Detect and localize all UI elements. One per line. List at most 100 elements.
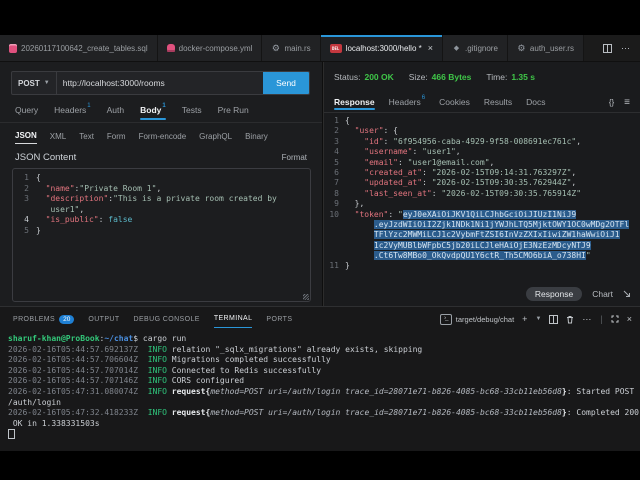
response-body[interactable]: 1{2 "user": {3 "id": "6f954956-caba-4929… <box>324 113 640 306</box>
close-panel-icon[interactable]: × <box>627 314 632 324</box>
code-line: 2026-02-16T05:44:57.707146Z INFO CORS co… <box>8 376 245 386</box>
close-icon[interactable]: × <box>428 43 433 53</box>
code-line: 9 }, <box>334 199 365 209</box>
code-line: 2 "name":"Private Room 1", <box>24 183 162 193</box>
request-bar: POST ▼ http://localhost:3000/rooms Send <box>11 71 310 95</box>
response-tab-docs[interactable]: Docs <box>526 94 545 110</box>
count-badge: 1 <box>87 103 91 109</box>
gear-icon <box>271 44 280 53</box>
editor-tab-20260117100642-create-tables-sql[interactable]: 20260117100642_create_tables.sql <box>0 35 158 61</box>
body-type-tab-text[interactable]: Text <box>79 129 94 144</box>
body-type-tab-xml[interactable]: XML <box>50 129 66 144</box>
request-tab-headers[interactable]: Headers 1 <box>54 100 90 120</box>
send-button[interactable]: Send <box>263 72 309 94</box>
status-value: 200 OK <box>364 72 394 82</box>
request-tab-body[interactable]: Body 1 <box>140 100 166 120</box>
request-body-code: 1{2 "name":"Private Room 1", 3 "descripti… <box>15 173 310 236</box>
chart-view-toggle[interactable]: Chart <box>592 289 613 299</box>
terminal-output[interactable]: sharuf-khan@ProBook:~/chat$ cargo run 202… <box>0 331 640 451</box>
gear-icon <box>517 44 526 53</box>
editor-tab-auth-user-rs[interactable]: auth_user.rs <box>507 35 584 61</box>
method-dropdown[interactable]: POST ▼ <box>12 72 57 94</box>
count-badge: 6 <box>421 95 426 101</box>
screen: 20260117100642_create_tables.sql docker-… <box>0 0 640 480</box>
response-status-bar: Status: 200 OK Size: 466 Bytes Time: 1.3… <box>324 62 640 92</box>
problems-count-badge: 20 <box>59 314 75 324</box>
terminal-selector[interactable]: target/debug/chat <box>439 313 514 325</box>
code-line: 2 "user": { <box>334 126 398 136</box>
body-type-tab-graphql[interactable]: GraphQL <box>199 129 232 144</box>
code-line: 1c2VyMUBlbWFpbC5jb20iLCJleHAiOjE3NzEzMDc… <box>373 240 591 250</box>
panel-tab-output[interactable]: OUTPUT <box>88 311 119 328</box>
code-line: .Ct6Tw8MBo0_OkQvdpQU1Y6ctR_Th5CMO6biA_o7… <box>373 251 591 261</box>
body-type-tab-json[interactable]: JSON <box>15 128 37 144</box>
body-type-tab-form-encode[interactable]: Form-encode <box>139 129 187 144</box>
panel-tabs: PROBLEMS 20 OUTPUT DEBUG CONSOLE TERMINA… <box>13 310 292 329</box>
response-view-toggle[interactable]: Response <box>525 287 583 301</box>
request-tab-query[interactable]: Query <box>15 100 38 120</box>
editor-tabs: 20260117100642_create_tables.sql docker-… <box>0 35 594 61</box>
terminal-dropdown-icon[interactable]: ▼ <box>535 316 541 322</box>
code-line: 2026-02-16T05:47:32.418233Z INFO request… <box>8 408 639 418</box>
editor-tab-gitignore[interactable]: .gitignore <box>443 35 508 61</box>
editor-area: POST ▼ http://localhost:3000/rooms Send … <box>0 62 640 306</box>
code-line <box>8 429 640 440</box>
code-line: 3 "id": "6f954956-caba-4929-9f58-008691e… <box>334 136 582 146</box>
code-line: user1", <box>36 204 85 214</box>
code-line: /auth/login <box>8 397 61 407</box>
editor-tab-main-rs[interactable]: main.rs <box>262 35 321 61</box>
kill-terminal-icon[interactable] <box>566 315 574 324</box>
panel-tab-terminal[interactable]: TERMINAL <box>213 310 253 328</box>
code-line: 10 "token": "eyJ0eXAiOiJKV1QiLCJhbGciOiJ… <box>329 209 577 219</box>
code-line: 6 "created_at": "2026-02-15T09:14:31.763… <box>334 167 577 177</box>
editor-tab-docker-compose-yml[interactable]: docker-compose.yml <box>157 35 263 61</box>
url-input[interactable]: http://localhost:3000/rooms <box>57 72 263 94</box>
json-content-label: JSON Content <box>15 152 77 163</box>
expand-arrow-icon[interactable] <box>623 290 631 298</box>
method-label: POST <box>18 78 40 88</box>
code-line: TFlYzc2MWMiLCJ1c2VybmFtZSI6InVzZXIxIiwiZ… <box>373 230 620 240</box>
code-line: 4 "is_public": false <box>24 215 133 224</box>
request-tab-auth[interactable]: Auth <box>107 100 125 120</box>
response-tabs: Response Headers 6 Cookies Results Docs <box>334 94 546 110</box>
more-actions-icon[interactable]: ⋯ <box>621 43 631 54</box>
panel-tab-problems[interactable]: PROBLEMS 20 <box>13 310 75 329</box>
panel-tab-debug-console[interactable]: DEBUG CONSOLE <box>134 311 200 328</box>
code-line: 2026-02-16T05:44:57.706604Z INFO Migrati… <box>8 355 331 365</box>
response-tabs-row: Response Headers 6 Cookies Results Docs … <box>324 92 640 113</box>
editor-tab-bar: 20260117100642_create_tables.sql docker-… <box>0 35 640 62</box>
code-line: OK in 1.338331503s <box>8 418 100 428</box>
code-line: 2026-02-16T05:47:31.080074Z INFO request… <box>8 386 635 396</box>
menu-icon[interactable]: ≡ <box>624 97 630 108</box>
count-badge: 1 <box>162 103 166 109</box>
body-type-tab-form[interactable]: Form <box>107 129 126 144</box>
size-value: 466 Bytes <box>431 72 472 82</box>
response-tab-headers[interactable]: Headers 6 <box>389 94 425 110</box>
editor-tab-localhost-3000-hello[interactable]: DEL localhost:3000/hello * × <box>320 35 443 61</box>
code-line: 7 "updated_at": "2026-02-15T09:30:35.762… <box>334 178 577 188</box>
split-terminal-icon[interactable] <box>549 314 559 324</box>
resize-handle-icon[interactable] <box>303 294 309 300</box>
db-icon <box>9 43 17 53</box>
format-json-icon[interactable]: {} <box>609 98 614 107</box>
new-terminal-icon[interactable]: + <box>522 314 527 324</box>
chevron-down-icon: ▼ <box>43 80 50 86</box>
code-line: 4 "username": "user1", <box>334 147 461 157</box>
request-tab-pre-run[interactable]: Pre Run <box>218 100 249 120</box>
response-tab-response[interactable]: Response <box>334 94 375 110</box>
code-line: 1{ <box>334 116 350 125</box>
panel-tab-ports[interactable]: PORTS <box>266 311 292 328</box>
request-tab-tests[interactable]: Tests <box>182 100 202 120</box>
code-line: 3 "description":"This is a private room … <box>24 194 277 203</box>
request-body-editor[interactable]: 1{2 "name":"Private Room 1", 3 "descripti… <box>12 168 311 302</box>
response-tab-results[interactable]: Results <box>484 94 512 110</box>
maximize-panel-icon[interactable] <box>611 315 619 323</box>
code-line: 8 "last_seen_at": "2026-02-15T09:30:35.7… <box>334 188 582 198</box>
terminal-toolbar: target/debug/chat + ▼ ⋯ | × <box>439 313 632 325</box>
body-type-tab-binary[interactable]: Binary <box>245 129 268 144</box>
split-editor-icon[interactable] <box>603 43 612 53</box>
code-line: 1{ <box>24 173 41 182</box>
panel-more-icon[interactable]: ⋯ <box>582 314 592 325</box>
format-button[interactable]: Format <box>282 153 307 162</box>
response-tab-cookies[interactable]: Cookies <box>439 94 470 110</box>
